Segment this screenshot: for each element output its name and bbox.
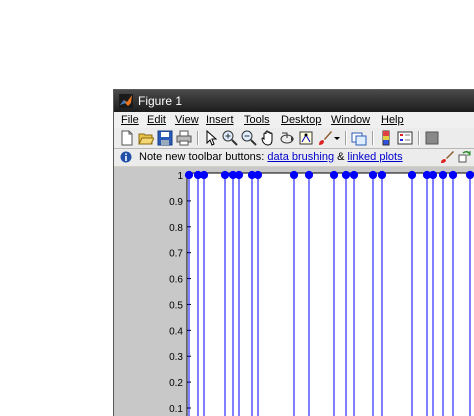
y-tick-label: 0.2 [169,378,183,389]
menu-file[interactable]: File [121,113,139,127]
zoom-out-icon[interactable] [241,130,257,146]
y-tick-label: 0.6 [169,275,183,286]
zoom-in-icon[interactable] [222,130,238,146]
menu-edit[interactable]: Edit [147,113,166,127]
stem-marker[interactable] [329,170,339,180]
open-file-icon[interactable] [138,130,154,146]
y-tick-label: 0.8 [169,223,183,234]
menu-bar: File Edit View Insert Tools Desktop Wind… [114,112,474,128]
link-icon[interactable] [351,130,367,146]
menu-help[interactable]: Help [381,113,404,127]
toolbar-separator [372,131,374,145]
rotate-icon[interactable] [279,130,295,146]
y-tick-label: 1 [177,171,183,182]
stem-marker[interactable] [349,170,359,180]
info-icon [120,151,132,163]
brush-icon[interactable] [317,130,333,146]
menu-tools[interactable]: Tools [244,113,270,127]
pan-icon[interactable] [260,130,276,146]
stem-marker[interactable] [220,170,230,180]
data-cursor-icon[interactable] [298,130,314,146]
window-title: Figure 1 [138,94,183,108]
y-tick-label: 0.1 [169,404,183,415]
brush-icon[interactable] [440,150,454,164]
y-tick-label: 0.5 [169,300,183,311]
notice-bar: Note new toolbar buttons: data brushing … [114,149,474,166]
stem-marker[interactable] [465,170,474,180]
matlab-logo-icon [119,94,133,108]
hide-plot-tools-icon[interactable] [424,130,440,146]
stem-marker[interactable] [341,170,351,180]
toolbar-separator [197,131,199,145]
stem-marker[interactable] [199,170,209,180]
stem-marker[interactable] [304,170,314,180]
linked-plots-link[interactable]: linked plots [348,151,403,163]
stem-marker[interactable] [377,170,387,180]
stem-plot-axes[interactable]: 1 0.9 0.8 0.7 0.6 0.5 0.4 0.3 0.2 0.1 [114,166,474,416]
stem-marker[interactable] [448,170,458,180]
plot-area[interactable] [186,172,474,416]
title-bar[interactable]: Figure 1 [114,90,474,112]
stem-marker[interactable] [428,170,438,180]
notice-text: Note new toolbar buttons: data brushing … [139,151,403,163]
menu-window[interactable]: Window [331,113,370,127]
stem-marker[interactable] [368,170,378,180]
legend-icon[interactable] [397,130,413,146]
toolbar-separator [345,131,347,145]
figure-window: Figure 1 File Edit View Insert Tools Des… [113,89,474,416]
stem-marker[interactable] [184,170,194,180]
menu-desktop[interactable]: Desktop [281,113,321,127]
stem-marker[interactable] [407,170,417,180]
colorbar-icon[interactable] [378,130,394,146]
stem-marker[interactable] [289,170,299,180]
toolbar-separator [418,131,420,145]
new-figure-icon[interactable] [119,130,135,146]
print-icon[interactable] [176,130,192,146]
link-plot-icon[interactable] [458,150,472,164]
stem-marker[interactable] [253,170,263,180]
menu-insert[interactable]: Insert [206,113,234,127]
dropdown-icon[interactable] [333,130,341,146]
arrow-icon[interactable] [203,130,219,146]
y-tick-label: 0.3 [169,352,183,363]
y-tick-label: 0.7 [169,249,183,260]
y-tick-label: 0.4 [169,326,183,337]
data-brushing-link[interactable]: data brushing [267,151,334,163]
stem-marker[interactable] [438,170,448,180]
figure-toolbar [114,128,474,149]
stem-marker[interactable] [234,170,244,180]
save-icon[interactable] [157,130,173,146]
y-tick-label: 0.9 [169,197,183,208]
menu-view[interactable]: View [175,113,199,127]
